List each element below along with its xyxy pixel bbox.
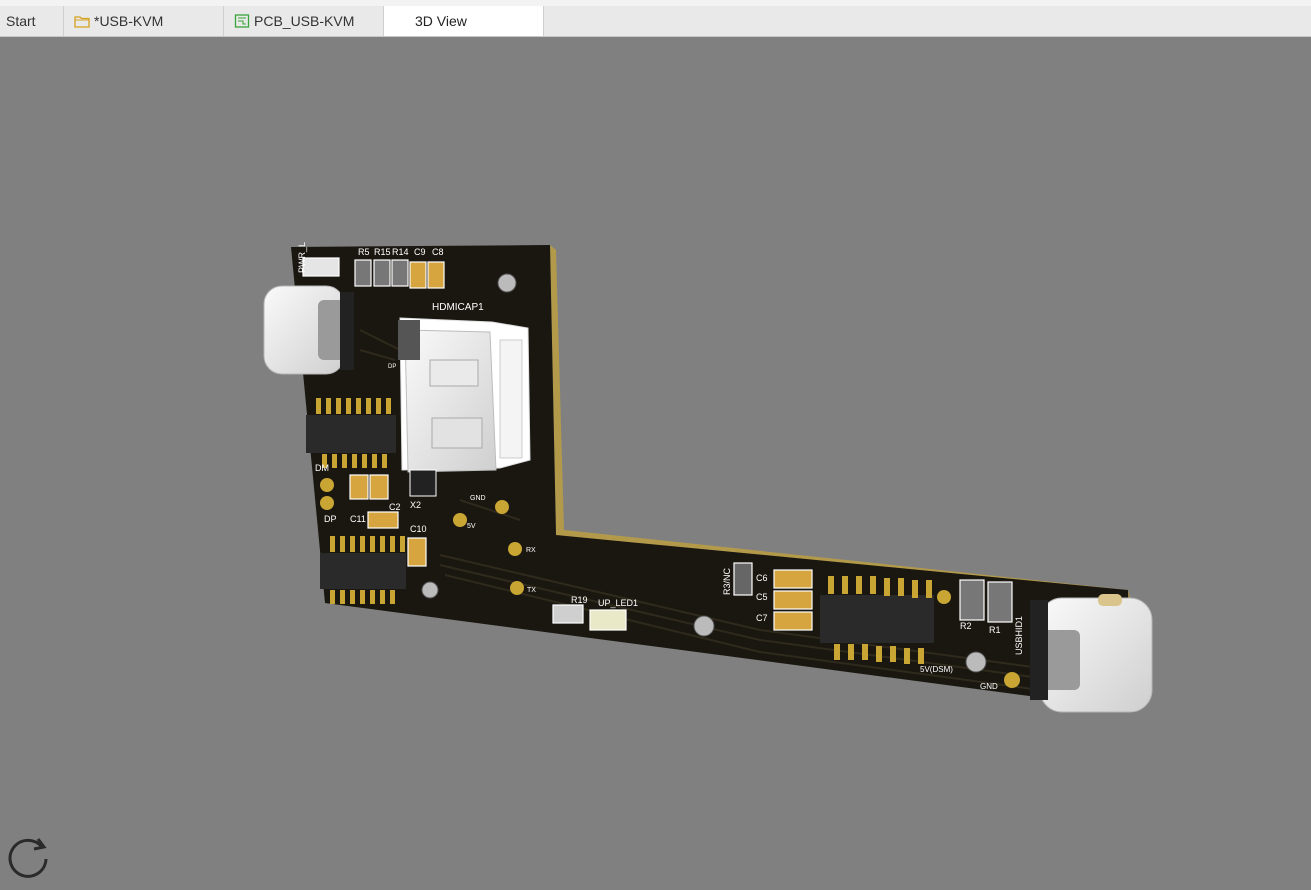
label-r1: R1 — [989, 625, 1001, 635]
label-r19: R19 — [571, 595, 588, 605]
label-r14: R14 — [392, 247, 409, 257]
refresh-icon[interactable] — [4, 831, 52, 879]
usb-c-connector-left — [263, 285, 354, 375]
label-tx: TX — [527, 587, 536, 594]
label-5v-dsm: 5V(DSM) — [920, 665, 953, 674]
tab-start[interactable]: Start — [0, 6, 64, 36]
tab-usb-kvm[interactable]: *USB-KVM — [64, 6, 224, 36]
label-r3nc: R3/NC — [722, 567, 732, 595]
pcb-3d-render[interactable]: PWR_L R5 R15 R14 C9 C8 HDMICAP1 DM DP DP… — [0, 37, 1311, 890]
pcb-icon — [234, 14, 250, 28]
label-r5: R5 — [358, 247, 370, 257]
label-c9: C9 — [414, 247, 426, 257]
tab-bar: Start *USB-KVM PCB_USB-KVM 3D View — [0, 6, 1311, 37]
label-dp-small: DP — [388, 364, 396, 370]
label-dm: DM — [315, 463, 329, 473]
label-gnd-1: GND — [470, 495, 486, 502]
label-r15: R15 — [374, 247, 391, 257]
tab-3d-view[interactable]: 3D View — [384, 6, 544, 36]
usb-c-connector-right — [1030, 594, 1153, 713]
label-c11: C11 — [350, 514, 366, 524]
label-rx: RX — [526, 547, 536, 554]
label-hdmicap: HDMICAP1 — [432, 302, 484, 313]
label-c7: C7 — [756, 613, 768, 623]
tab-label: 3D View — [415, 13, 467, 29]
label-5v: 5V — [467, 523, 476, 530]
label-pwr: PWR_L — [297, 242, 307, 273]
tab-pcb-usb-kvm[interactable]: PCB_USB-KVM — [224, 6, 384, 36]
label-x2: X2 — [410, 500, 421, 510]
label-dp: DP — [324, 514, 337, 524]
label-c6: C6 — [756, 573, 768, 583]
tab-label: Start — [6, 13, 36, 29]
folder-icon — [74, 14, 90, 28]
3d-viewport[interactable]: PWR_L R5 R15 R14 C9 C8 HDMICAP1 DM DP DP… — [0, 37, 1311, 890]
label-usbhid: USBHID1 — [1014, 616, 1024, 655]
label-c8: C8 — [432, 247, 444, 257]
tab-label: *USB-KVM — [94, 13, 164, 29]
ic-chip-2 — [320, 536, 406, 604]
label-c5: C5 — [756, 592, 768, 602]
tab-label: PCB_USB-KVM — [254, 13, 355, 29]
label-c2: C2 — [389, 502, 401, 512]
label-up-led: UP_LED1 — [598, 598, 638, 608]
label-c10: C10 — [410, 524, 427, 534]
label-gnd-2: GND — [980, 682, 998, 691]
label-r2: R2 — [960, 621, 972, 631]
